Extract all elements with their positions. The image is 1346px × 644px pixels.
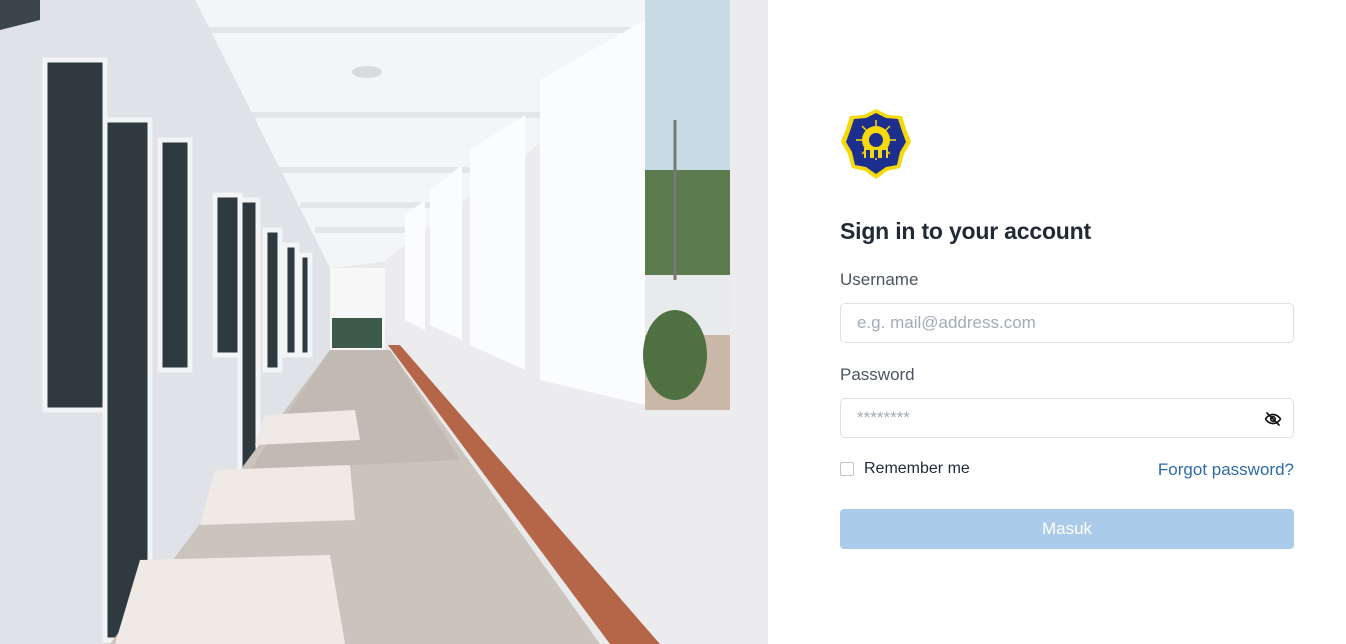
login-panel: Sign in to your account Username Passwor… (768, 0, 1346, 644)
password-label: Password (840, 365, 915, 384)
password-field-wrapper (840, 398, 1294, 438)
forgot-password-link[interactable]: Forgot password? (1158, 460, 1294, 480)
school-emblem-icon (840, 108, 912, 180)
password-input[interactable] (841, 399, 1293, 437)
username-input[interactable] (841, 304, 1293, 342)
sign-in-button[interactable]: Masuk (840, 509, 1294, 549)
page-title: Sign in to your account (840, 218, 1091, 244)
username-label: Username (840, 270, 919, 289)
hero-image (0, 0, 768, 644)
remember-me[interactable]: Remember me (840, 460, 970, 478)
remember-label: Remember me (864, 460, 970, 477)
remember-checkbox[interactable] (840, 462, 854, 476)
eye-off-icon[interactable] (1264, 410, 1282, 428)
username-field-wrapper (840, 303, 1294, 343)
school-corridor-illustration (0, 0, 768, 644)
